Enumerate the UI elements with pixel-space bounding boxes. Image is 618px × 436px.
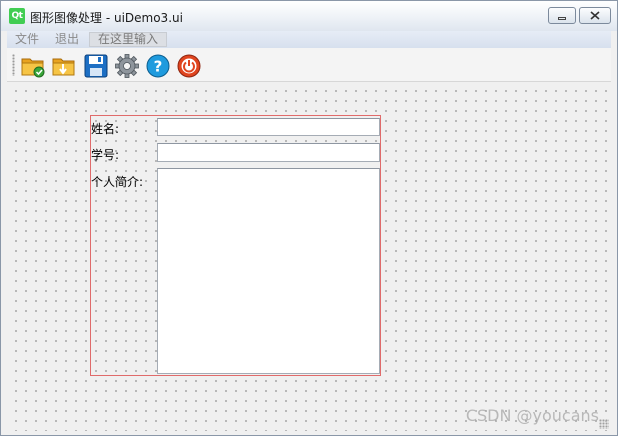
close-button[interactable] <box>579 7 611 24</box>
form-layout: 姓名: 学号: 个人简介: <box>90 115 381 376</box>
tool-bar: ? <box>7 48 611 82</box>
watermark-text: CSDN @youcans <box>465 406 599 425</box>
student-id-input[interactable] <box>157 143 380 162</box>
window-controls <box>548 7 611 24</box>
student-id-label: 学号: <box>91 148 120 162</box>
menu-exit[interactable]: 退出 <box>47 31 87 48</box>
save-floppy-icon <box>84 54 108 78</box>
import-button[interactable] <box>52 54 76 78</box>
window-title: 图形图像处理 - uiDemo3.ui <box>30 11 183 25</box>
menu-bar: 文件 退出 在这里输入 <box>7 31 611 48</box>
exit-button[interactable] <box>177 54 201 78</box>
resize-grip[interactable] <box>599 419 609 429</box>
menu-type-here[interactable]: 在这里输入 <box>89 32 168 47</box>
toolbar-drag-handle[interactable] <box>12 54 15 76</box>
menu-file[interactable]: 文件 <box>7 31 47 48</box>
main-window: Qt 图形图像处理 - uiDemo3.ui 文件 退出 在这里输入 ? 姓名:… <box>0 0 618 436</box>
design-canvas: 姓名: 学号: 个人简介: CSDN @youcans <box>7 82 611 431</box>
help-button[interactable]: ? <box>146 54 170 78</box>
help-question-icon: ? <box>146 54 170 78</box>
save-button[interactable] <box>84 54 108 78</box>
svg-text:?: ? <box>154 58 163 76</box>
close-icon <box>590 11 600 20</box>
settings-button[interactable] <box>115 54 139 78</box>
name-input[interactable] <box>157 118 380 136</box>
qt-logo-icon: Qt <box>9 8 25 24</box>
settings-gear-icon <box>115 54 139 78</box>
intro-textarea[interactable] <box>157 168 380 374</box>
title-bar[interactable]: Qt 图形图像处理 - uiDemo3.ui <box>1 1 617 31</box>
minimize-icon <box>558 16 566 20</box>
intro-label: 个人简介: <box>91 175 144 189</box>
open-button[interactable] <box>21 54 45 78</box>
power-exit-icon <box>177 54 201 78</box>
name-label: 姓名: <box>91 122 120 136</box>
minimize-button[interactable] <box>548 7 576 24</box>
folder-export-icon <box>52 58 75 76</box>
open-folder-icon <box>21 58 45 78</box>
